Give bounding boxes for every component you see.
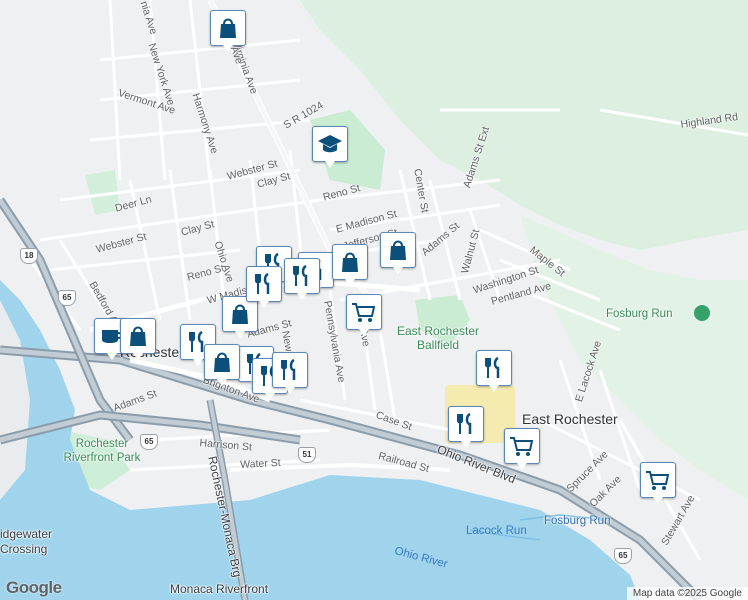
school-icon[interactable]: [312, 126, 348, 168]
grocery-cart-icon[interactable]: [346, 294, 382, 336]
shopping-bag-icon[interactable]: [120, 318, 156, 360]
route-shield: 18: [20, 248, 38, 264]
shopping-bag-icon[interactable]: [204, 344, 240, 386]
restaurant-icon[interactable]: [284, 258, 320, 300]
park-pin-icon[interactable]: [694, 305, 710, 321]
restaurant-icon[interactable]: [448, 406, 484, 448]
restaurant-icon[interactable]: [272, 352, 308, 394]
stream-label: Lacock Run: [466, 525, 527, 537]
street-label: Water St: [239, 456, 281, 471]
grocery-cart-icon[interactable]: [504, 428, 540, 470]
google-logo: Google: [6, 578, 62, 597]
shopping-bag-icon[interactable]: [380, 232, 416, 274]
shopping-bag-icon[interactable]: [210, 10, 246, 52]
route-shield: 51: [298, 447, 316, 463]
route-shield: 65: [140, 434, 158, 450]
park-label: Rochester Riverfront Park: [63, 438, 141, 464]
place-label: idgewater Crossing: [0, 527, 53, 556]
place-label: Monaca Riverfront: [170, 582, 269, 596]
stream-label: Fosburg Run: [544, 515, 611, 527]
map-attribution[interactable]: Map data ©2025 Google: [626, 587, 748, 600]
route-shield: 65: [614, 548, 632, 564]
ballfield-label: East Rochester Ballfield: [396, 324, 480, 352]
town-label: East Rochester: [522, 411, 618, 427]
restaurant-icon[interactable]: [476, 350, 512, 392]
shopping-bag-icon[interactable]: [332, 244, 368, 286]
grocery-cart-icon[interactable]: [640, 462, 676, 504]
route-shield: 65: [58, 290, 76, 306]
wooded-area: [520, 215, 748, 500]
street-label: New: [279, 329, 295, 353]
restaurant-icon[interactable]: [246, 266, 282, 308]
park-label: Fosburg Run: [606, 308, 673, 320]
